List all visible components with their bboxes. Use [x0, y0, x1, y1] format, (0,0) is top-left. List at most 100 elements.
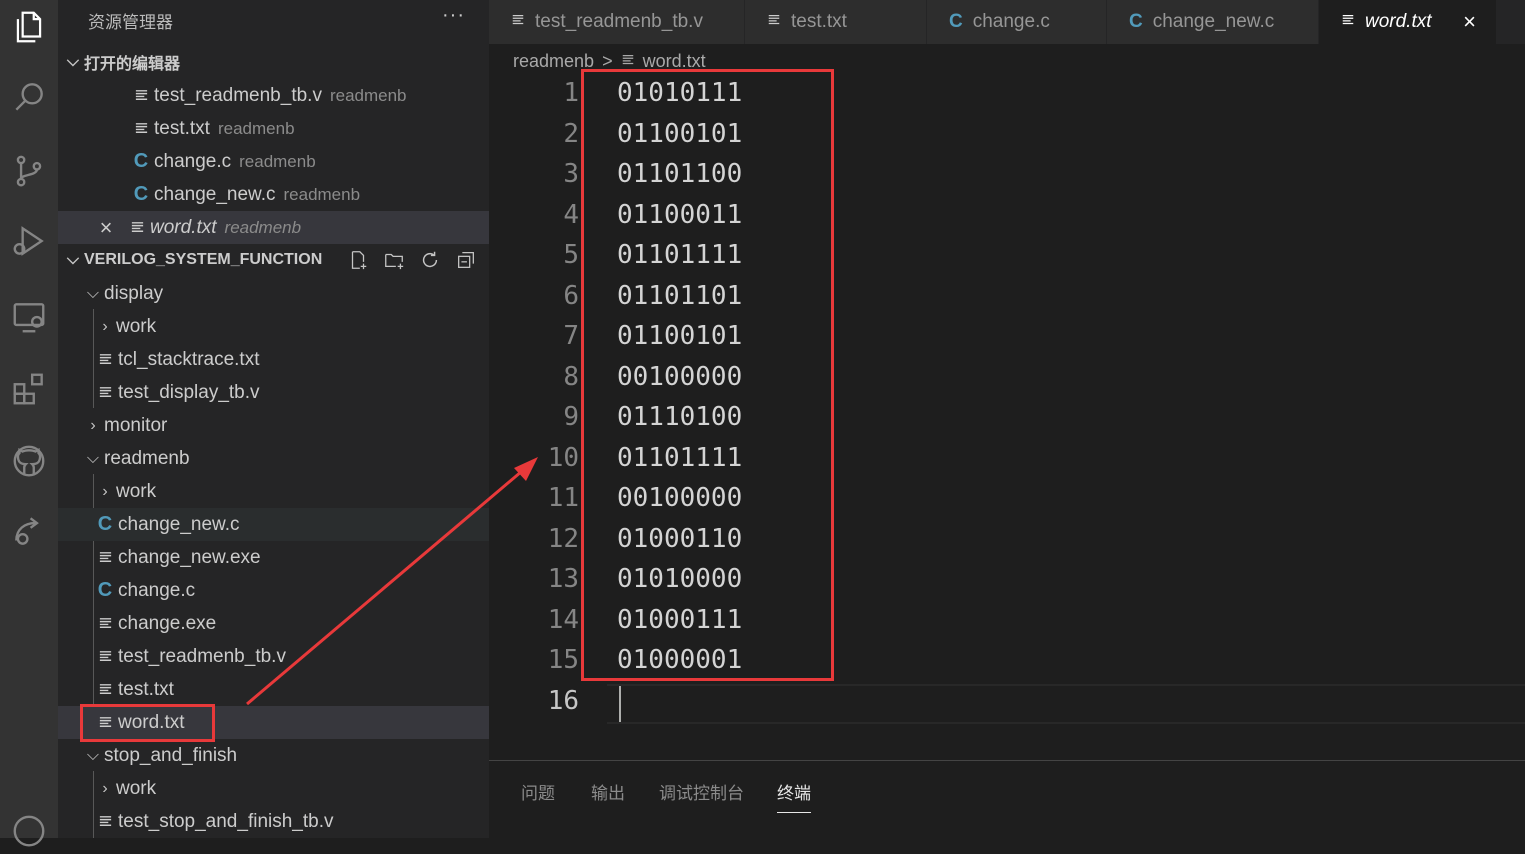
tab-label: word.txt: [1365, 11, 1432, 32]
tree-file[interactable]: test_display_tb.v: [58, 376, 489, 409]
open-editor-item[interactable]: test.txt readmenb: [58, 112, 489, 145]
line-number: 2: [563, 118, 579, 149]
text-file-icon: [92, 679, 118, 701]
tree-label: work: [116, 777, 157, 799]
text-file-icon: [92, 349, 118, 371]
text-file-icon: [92, 547, 118, 569]
line-number: 4: [563, 199, 579, 230]
annotation-box-content: [581, 69, 834, 681]
tree-label: change.c: [118, 579, 196, 601]
open-editor-item[interactable]: C change.c readmenb: [58, 145, 489, 178]
tab-debug-console[interactable]: 调试控制台: [659, 779, 744, 804]
open-editor-item-active[interactable]: × word.txt readmenb: [58, 211, 489, 244]
source-control-icon[interactable]: [0, 148, 58, 194]
close-icon[interactable]: ×: [1463, 9, 1476, 35]
workspace-header[interactable]: ⌵ VERILOG_SYSTEM_FUNCTION: [58, 243, 489, 276]
line-number: 15: [547, 645, 579, 675]
tree-folder-monitor[interactable]: › monitor: [58, 409, 489, 442]
bottom-panel: 问题 输出 调试控制台 终端: [489, 760, 1525, 838]
tree-folder-display[interactable]: ⌵ display: [58, 277, 489, 310]
account-icon[interactable]: [0, 808, 58, 854]
remote-explorer-icon[interactable]: [0, 294, 58, 340]
line-number: 7: [563, 321, 579, 351]
tree-file[interactable]: test_readmenb_tb.v: [58, 640, 489, 673]
tree-folder-work[interactable]: › work: [58, 310, 489, 343]
chevron-right-icon: ›: [102, 482, 108, 500]
tab-test-readmenb-tb[interactable]: test_readmenb_tb.v: [489, 0, 745, 44]
tree-label: display: [104, 282, 164, 304]
open-editors-header[interactable]: ⌵ 打开的编辑器: [58, 45, 489, 78]
tab-terminal[interactable]: 终端: [777, 779, 811, 813]
tree-label: work: [116, 480, 157, 502]
tab-change-new-c[interactable]: C change_new.c: [1107, 0, 1319, 44]
open-editor-name: test_readmenb_tb.v: [154, 84, 322, 106]
extensions-icon[interactable]: [0, 366, 58, 412]
github-icon[interactable]: [0, 438, 58, 484]
chevron-right-icon: ›: [90, 416, 96, 434]
tree-file[interactable]: test.txt: [58, 673, 489, 706]
chevron-down-icon: ⌵: [66, 250, 80, 268]
tree-label: readmenb: [104, 447, 190, 469]
more-actions-icon[interactable]: ···: [442, 4, 465, 27]
open-editor-folder: readmenb: [239, 151, 316, 171]
open-editor-item[interactable]: test_readmenb_tb.v readmenb: [58, 79, 489, 112]
tab-output[interactable]: 输出: [591, 779, 625, 804]
tab-label: test.txt: [791, 11, 847, 32]
tree-folder-work[interactable]: › work: [58, 772, 489, 805]
search-icon[interactable]: [0, 74, 58, 120]
open-editors-label: 打开的编辑器: [84, 55, 181, 73]
text-file-icon: [92, 613, 118, 635]
c-file-icon: C: [133, 150, 149, 172]
tree-file[interactable]: C change_new.c: [58, 508, 489, 541]
line-number: 6: [563, 280, 579, 311]
tab-change-c[interactable]: C change.c: [927, 0, 1107, 44]
close-icon[interactable]: ×: [88, 215, 124, 241]
open-editor-name: test.txt: [154, 117, 210, 139]
editor-tabs: test_readmenb_tb.v test.txt C change.c C…: [489, 0, 1525, 44]
tree-folder-stop-and-finish[interactable]: ⌵ stop_and_finish: [58, 739, 489, 772]
new-file-icon[interactable]: [347, 249, 369, 271]
tree-label: change_new.c: [118, 513, 240, 535]
c-file-icon: C: [133, 183, 149, 205]
open-editor-folder: readmenb: [329, 85, 407, 105]
line-number: 8: [563, 361, 579, 392]
text-file-icon: [128, 85, 154, 107]
text-cursor: [619, 685, 621, 722]
tree-label: monitor: [104, 414, 168, 436]
tree-file[interactable]: test_stop_and_finish_tb.v: [58, 805, 489, 838]
tab-test-txt[interactable]: test.txt: [745, 0, 927, 44]
tab-problems[interactable]: 问题: [521, 779, 555, 804]
tree-folder-work[interactable]: › work: [58, 475, 489, 508]
tree-label: test_stop_and_finish_tb.v: [118, 810, 334, 832]
tree-folder-readmenb[interactable]: ⌵ readmenb: [58, 442, 489, 475]
activity-bar: [0, 0, 58, 847]
tree-file[interactable]: change_new.exe: [58, 541, 489, 574]
tree-file[interactable]: C change.c: [58, 574, 489, 607]
run-debug-icon[interactable]: [0, 218, 58, 264]
tab-word-txt[interactable]: word.txt ×: [1319, 0, 1497, 44]
open-editor-name: word.txt: [150, 216, 217, 238]
explorer-icon[interactable]: [0, 4, 58, 50]
chevron-down-icon: ⌵: [86, 746, 100, 764]
annotation-box-file: [80, 704, 215, 742]
live-share-icon[interactable]: [0, 508, 58, 554]
collapse-all-icon[interactable]: [455, 249, 477, 271]
text-file-icon: [92, 382, 118, 404]
refresh-icon[interactable]: [419, 249, 441, 271]
tree-label: test.txt: [118, 678, 174, 700]
open-editor-item[interactable]: C change_new.c readmenb: [58, 178, 489, 211]
line-number: 16: [547, 685, 579, 716]
c-file-icon: C: [949, 11, 963, 32]
tree-file[interactable]: change.exe: [58, 607, 489, 640]
explorer-title: 资源管理器: [88, 13, 173, 32]
open-editor-folder: readmenb: [217, 118, 295, 138]
new-folder-icon[interactable]: [383, 249, 405, 271]
tree-label: test_display_tb.v: [118, 381, 260, 403]
tree-label: change_new.exe: [118, 546, 261, 568]
text-file-icon: [128, 118, 154, 140]
tree-label: tcl_stacktrace.txt: [118, 348, 260, 370]
chevron-right-icon: ›: [102, 779, 108, 797]
tree-file[interactable]: tcl_stacktrace.txt: [58, 343, 489, 376]
text-file-icon: [92, 646, 118, 668]
tab-label: change.c: [972, 11, 1050, 32]
